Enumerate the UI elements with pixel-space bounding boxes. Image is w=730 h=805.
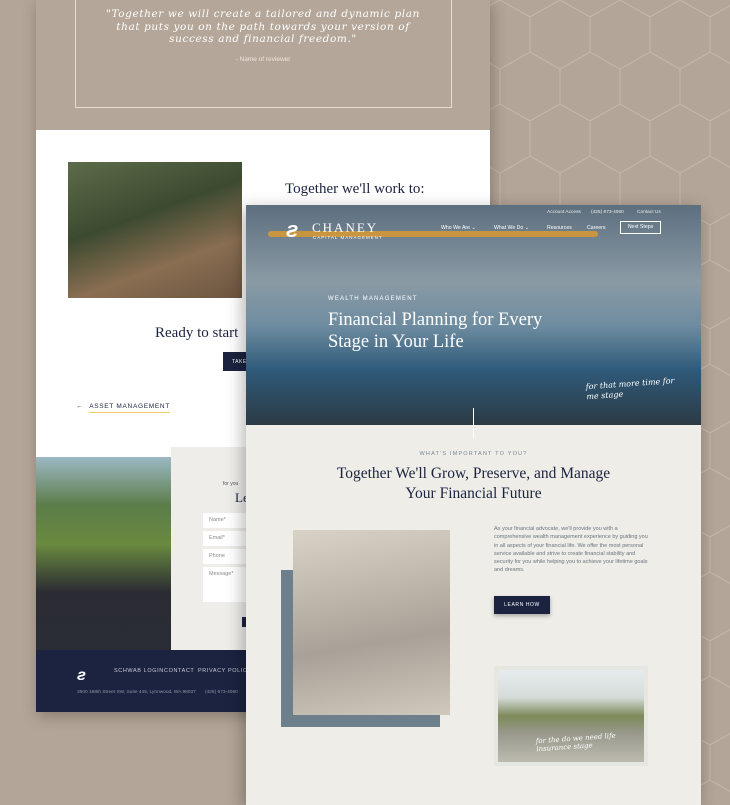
work-heading: Together we'll work to: [285,181,425,197]
footer-link-contact[interactable]: CONTACT [164,668,194,674]
footer-link-schwab[interactable]: SCHWAB LOGIN [114,668,164,674]
hikers-photo [36,457,171,650]
hero-eyebrow: WEALTH MANAGEMENT [328,296,418,302]
form-eyebrow: for you [223,481,239,487]
contact-us-link[interactable]: Contact Us [637,210,661,215]
footer-logo-icon[interactable]: ƨ [77,667,86,685]
footer-address: 3500 188th Street SW, Suite 445, Lynnwoo… [77,690,196,695]
nav-careers[interactable]: Careers [587,225,605,231]
reviewer-name: - Name of reviewer [235,56,291,63]
section-title-text: Together We'll Grow, Preserve, and Manag… [336,465,611,502]
phone-link[interactable]: (425) 673-4060 [591,210,624,215]
learn-how-button[interactable]: LEARN HOW [494,596,550,614]
arrow-left-icon: ← [76,403,84,410]
section-title: Together We'll Grow, Preserve, and Manag… [246,464,701,504]
family-biking-photo [494,666,648,766]
scroll-divider [473,408,474,438]
ready-heading: Ready to start [155,325,239,341]
hero-title: Financial Planning for Every Stage in Yo… [328,310,543,352]
camping-photo [68,162,242,298]
footer-link-privacy[interactable]: PRIVACY POLICY [198,668,252,674]
nav-who-we-are[interactable]: Who We Are ⌄ [441,225,476,231]
front-page-mockup: ƨ CHANEY CAPITAL MANAGEMENT Account Acce… [246,205,701,805]
logo-subtitle: CAPITAL MANAGEMENT [313,235,383,240]
testimonial-section: "Together we will create a tailored and … [36,0,490,130]
logo-mark-icon: ƨ [286,217,299,242]
logo-name: CHANEY [312,220,379,235]
nav-resources[interactable]: Resources [547,225,572,231]
footer-phone: (425) 673-4060 [205,690,238,695]
next-steps-button[interactable]: Next Steps [620,221,661,234]
section-paragraph: As your financial advocate, we'll provid… [494,526,648,574]
asset-link-label: ASSET MANAGEMENT [89,403,170,413]
asset-management-link[interactable]: ← ASSET MANAGEMENT [76,403,170,413]
testimonial-quote: "Together we will create a tailored and … [106,8,420,45]
section-eyebrow: WHAT'S IMPORTANT TO YOU? [419,451,528,457]
account-access-link[interactable]: Account Access [547,210,581,215]
girl-and-dog-photo [293,530,450,715]
nav-what-we-do[interactable]: What We Do ⌄ [494,225,529,231]
